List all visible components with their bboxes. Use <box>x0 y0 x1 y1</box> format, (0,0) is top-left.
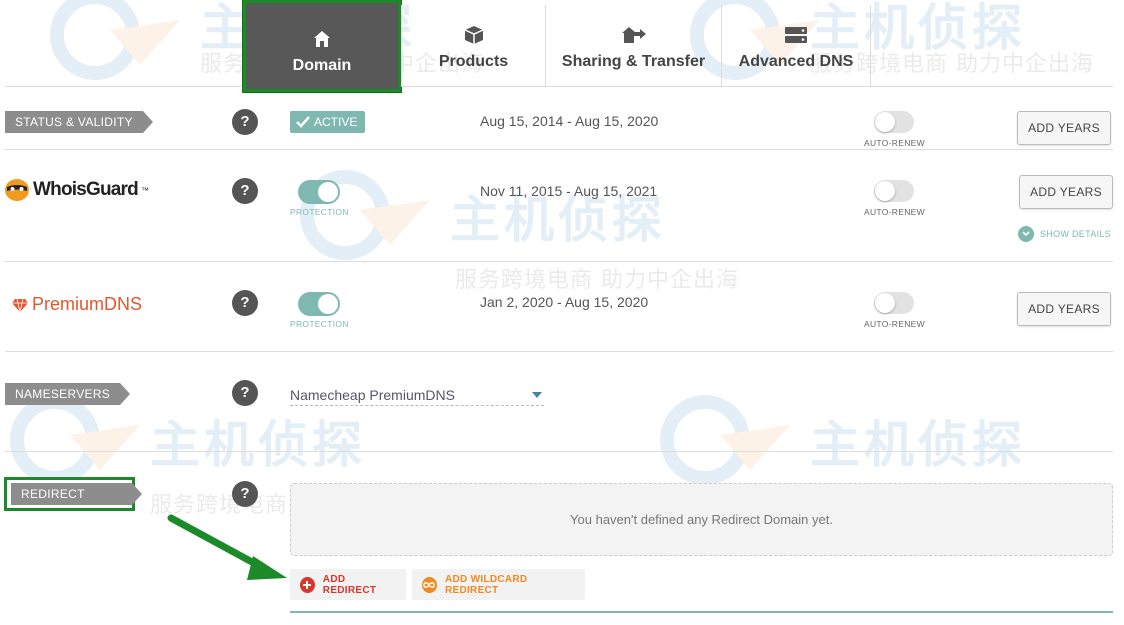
divider <box>5 451 1113 452</box>
nameservers-select[interactable]: Namecheap PremiumDNS <box>290 384 544 406</box>
add-wildcard-label: ADD WILDCARD REDIRECT <box>444 573 528 596</box>
infinity-icon <box>422 576 437 593</box>
share-house-icon <box>621 25 646 45</box>
help-icon[interactable]: ? <box>232 481 258 507</box>
protection-toggle[interactable] <box>298 292 340 316</box>
add-wildcard-redirect-button[interactable]: ADD WILDCARD REDIRECT <box>412 569 585 600</box>
nameservers-selected: Namecheap PremiumDNS <box>290 386 455 403</box>
whoisguard-logo-text: WhoisGuard <box>33 179 139 200</box>
auto-renew-label: AUTO-RENEW <box>864 207 925 217</box>
premiumdns-logo-text: PremiumDNS <box>32 294 143 314</box>
plus-icon <box>300 576 315 593</box>
redirect-empty-state: You haven't defined any Redirect Domain … <box>290 483 1113 556</box>
add-years-button[interactable]: ADD YEARS <box>1017 111 1111 145</box>
checkmark-icon <box>296 116 310 128</box>
redirect-domain-highlight: REDIRECT DOMAIN <box>4 477 142 523</box>
tab-label: Domain <box>292 57 352 74</box>
tab-bar: Domain Products Sharing & Transfer Advan… <box>5 0 1113 92</box>
divider <box>5 149 1113 150</box>
whoisguard-mask-icon <box>5 179 29 201</box>
show-details-link[interactable]: SHOW DETAILS <box>1018 226 1111 242</box>
auto-renew-label: AUTO-RENEW <box>864 319 925 329</box>
help-icon[interactable]: ? <box>232 290 258 316</box>
tab-products[interactable]: Products <box>401 5 545 87</box>
help-icon[interactable]: ? <box>232 109 258 135</box>
add-years-button[interactable]: ADD YEARS <box>1017 292 1111 326</box>
nameservers-label: NAMESERVERS <box>5 383 131 405</box>
auto-renew-toggle[interactable] <box>874 292 914 314</box>
protection-toggle[interactable] <box>298 180 340 204</box>
auto-renew-label: AUTO-RENEW <box>864 138 925 148</box>
premiumdns-dates: Jan 2, 2020 - Aug 15, 2020 <box>480 294 649 310</box>
add-years-button[interactable]: ADD YEARS <box>1019 175 1113 209</box>
auto-renew-toggle[interactable] <box>874 111 914 133</box>
premiumdns-logo: PremiumDNS <box>12 294 142 315</box>
whoisguard-logo: WhoisGuard ™ <box>4 178 149 202</box>
show-details-text: SHOW DETAILS <box>1040 229 1111 239</box>
chevron-down-icon <box>1018 226 1034 242</box>
redirect-domain-label: REDIRECT DOMAIN <box>11 483 142 523</box>
auto-renew-toggle[interactable] <box>874 180 914 202</box>
tab-sharing-transfer[interactable]: Sharing & Transfer <box>545 5 721 87</box>
help-icon[interactable]: ? <box>232 380 258 406</box>
status-validity-label: STATUS & VALIDITY <box>5 111 153 133</box>
trademark-symbol: ™ <box>140 185 149 195</box>
divider <box>5 261 1113 262</box>
watermark-logo-icon <box>660 395 790 485</box>
add-redirect-button[interactable]: ADD REDIRECT <box>290 569 406 600</box>
add-redirect-label: ADD REDIRECT <box>322 573 377 596</box>
divider <box>5 351 1113 352</box>
help-icon[interactable]: ? <box>232 178 258 204</box>
status-badge-text: ACTIVE <box>314 115 358 129</box>
section-bottom-rule <box>290 611 1113 613</box>
tab-label: Products <box>438 53 509 70</box>
tab-label: Sharing & Transfer <box>561 53 706 70</box>
home-icon <box>310 29 334 49</box>
tab-label: Advanced DNS <box>738 53 854 70</box>
status-badge: ACTIVE <box>290 111 366 133</box>
status-dates: Aug 15, 2014 - Aug 15, 2020 <box>480 113 659 129</box>
box-icon <box>462 25 486 45</box>
annotation-arrow-icon <box>167 514 287 580</box>
tab-domain[interactable]: Domain <box>243 0 401 92</box>
diamond-icon <box>12 298 28 312</box>
caret-down-icon <box>532 391 542 398</box>
server-icon <box>784 25 808 45</box>
tab-advanced-dns[interactable]: Advanced DNS <box>721 5 871 87</box>
protection-label: PROTECTION <box>290 319 349 329</box>
whoisguard-dates: Nov 11, 2015 - Aug 15, 2021 <box>480 183 658 199</box>
protection-label: PROTECTION <box>290 207 349 217</box>
